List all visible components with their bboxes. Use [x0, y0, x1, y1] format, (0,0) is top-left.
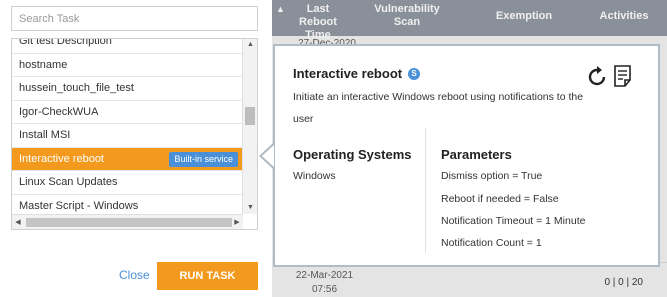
task-list-item[interactable]: Linux Scan Updates — [12, 171, 243, 195]
task-item-label: Install MSI — [19, 129, 71, 141]
close-button[interactable]: Close — [119, 268, 150, 282]
task-item-label: hussein_touch_file_test — [19, 82, 134, 94]
param-notification-count: Notification Count = 1 — [441, 237, 542, 249]
sort-up-icon[interactable]: ▲ — [276, 4, 285, 14]
os-heading: Operating Systems — [293, 147, 412, 162]
task-list-item[interactable]: hussein_touch_file_test — [12, 77, 243, 101]
task-selector-panel: Git test Description hostname hussein_touc… — [0, 0, 272, 297]
param-notification-timeout: Notification Timeout = 1 Minute — [441, 215, 586, 227]
task-list-items: Git test Description hostname hussein_touc… — [12, 38, 243, 218]
os-value: Windows — [293, 170, 336, 182]
param-reboot-if-needed: Reboot if needed = False — [441, 193, 559, 205]
scroll-down-icon[interactable]: ▼ — [243, 202, 257, 214]
scroll-left-icon[interactable]: ◀ — [12, 215, 24, 229]
table-header: ▲ Last Reboot Time Vulnerability Scan Ex… — [272, 0, 667, 41]
popover-pointer-inner — [262, 145, 274, 167]
document-icon[interactable] — [612, 64, 634, 88]
task-item-label: Interactive reboot — [19, 152, 104, 165]
horizontal-scroll-thumb[interactable] — [26, 218, 232, 227]
task-list-item[interactable]: Igor-CheckWUA — [12, 101, 243, 124]
vertical-scroll-thumb[interactable] — [245, 107, 255, 125]
task-list-item[interactable]: Install MSI — [12, 124, 243, 148]
refresh-icon[interactable] — [586, 64, 608, 88]
task-list-item[interactable]: Git test Description — [12, 38, 243, 54]
builtin-service-badge: Built-in service — [169, 151, 238, 167]
row-time-bottom: 07:56 — [311, 284, 338, 295]
section-divider — [425, 128, 426, 253]
header-vulnerability-scan[interactable]: Vulnerability Scan — [370, 3, 444, 29]
task-details-popover: Interactive reboot S Initiate an interac… — [273, 44, 660, 267]
search-task-input[interactable] — [19, 13, 250, 25]
task-item-label: Linux Scan Updates — [19, 176, 118, 188]
task-item-label: hostname — [19, 58, 68, 71]
run-task-button[interactable]: RUN TASK — [157, 262, 258, 290]
scroll-up-icon[interactable]: ▲ — [243, 39, 257, 51]
popover-description: Initiate an interactive Windows reboot u… — [293, 91, 584, 125]
task-list: Git test Description hostname hussein_touc… — [11, 38, 258, 230]
vertical-scrollbar[interactable]: ▲ ▼ — [242, 39, 257, 214]
param-dismiss-option: Dismiss option = True — [441, 170, 543, 182]
activity-counts: 0 | 0 | 20 — [604, 277, 643, 288]
scroll-right-icon[interactable]: ▶ — [231, 215, 243, 229]
row-date-bottom: 22-Mar-2021 — [295, 270, 354, 281]
task-item-label: Master Script - Windows — [19, 199, 139, 212]
search-task-field[interactable] — [11, 6, 258, 31]
horizontal-scrollbar[interactable]: ◀ ▶ — [12, 214, 243, 229]
header-activities[interactable]: Activities — [594, 10, 654, 23]
task-item-label: Git test Description — [19, 38, 112, 47]
service-badge-icon: S — [408, 68, 420, 80]
task-list-item[interactable]: hostname — [12, 54, 243, 77]
task-list-item[interactable]: Interactive reboot Built-in service — [12, 147, 243, 171]
header-exemption[interactable]: Exemption — [494, 10, 554, 23]
parameters-heading: Parameters — [441, 147, 512, 162]
task-item-label: Igor-CheckWUA — [19, 105, 99, 118]
popover-actions — [586, 64, 634, 88]
popover-title: Interactive reboot — [293, 66, 403, 81]
